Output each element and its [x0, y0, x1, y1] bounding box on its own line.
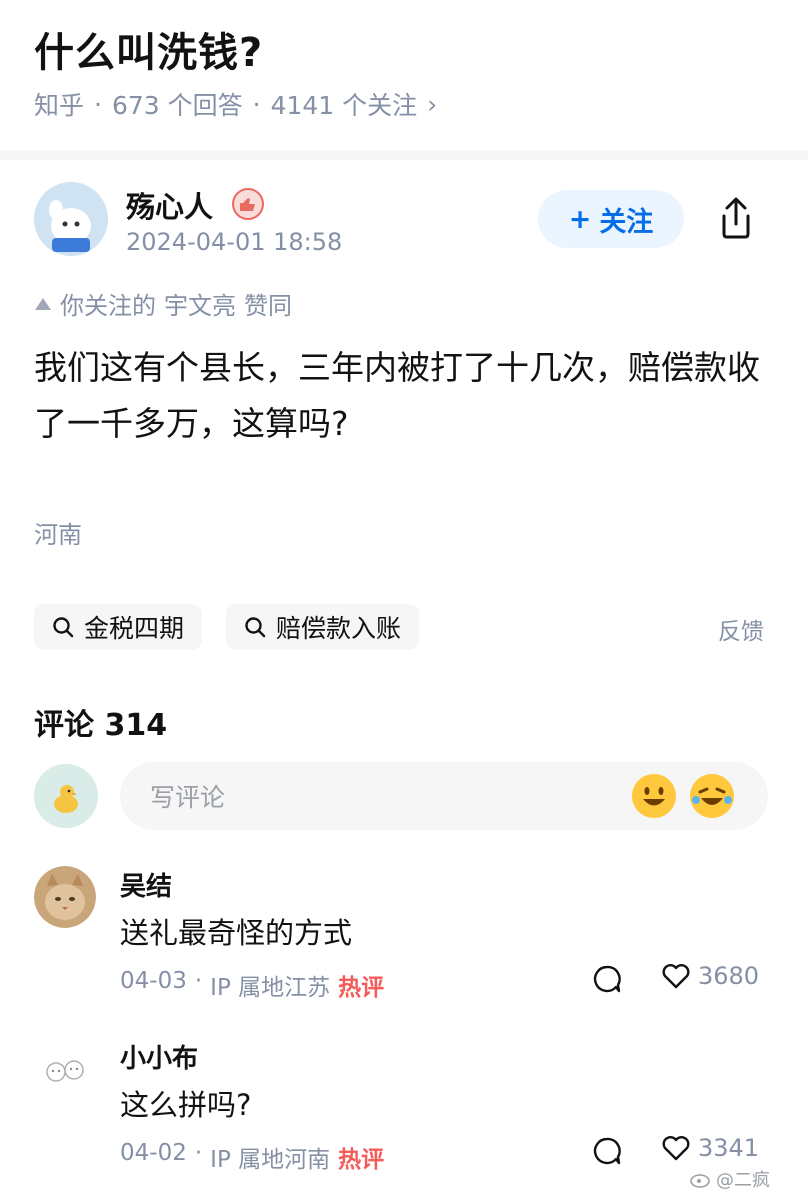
my-avatar	[34, 764, 98, 828]
follow-count: 4141 个关注	[270, 91, 418, 120]
thumbs-up-badge-icon	[232, 188, 264, 220]
comment-item: 小小布 这么拼吗? 04-02 · IP 属地河南 热评 3341	[34, 1038, 774, 1178]
question-meta[interactable]: 知乎 · 673 个回答 · 4141 个关注 ›	[34, 86, 437, 122]
comment-date: 04-02	[120, 1140, 187, 1166]
hot-comment-badge: 热评	[338, 975, 385, 1001]
search-tag-label: 金税四期	[84, 614, 185, 643]
commenter-name[interactable]: 小小布	[120, 1038, 198, 1075]
reply-icon[interactable]	[592, 964, 622, 994]
author-row: 殇心人 2024-04-01 18:58 + 关注	[34, 182, 774, 262]
watermark: @二疯	[690, 1166, 770, 1192]
section-divider	[0, 150, 808, 160]
separator-dot: ·	[252, 89, 261, 119]
hot-comment-badge: 热评	[338, 1147, 385, 1173]
search-tag[interactable]: 赔偿款入账	[226, 604, 420, 650]
comment-date: 04-03	[120, 968, 187, 994]
like-button[interactable]: 3680	[662, 962, 759, 990]
like-button[interactable]: 3341	[662, 1134, 759, 1162]
feedback-link[interactable]: 反馈	[718, 612, 764, 646]
upvote-suffix: 赞同	[244, 292, 292, 320]
triangle-up-icon	[35, 297, 51, 310]
comment-text: 送礼最奇怪的方式	[120, 916, 353, 950]
laughing-emoji-icon[interactable]	[690, 774, 734, 818]
follow-button[interactable]: + 关注	[538, 190, 684, 248]
answer-location: 河南	[34, 521, 82, 549]
commenter-avatar[interactable]	[34, 866, 96, 928]
upvote-user[interactable]: 宇文亮	[164, 286, 236, 321]
plus-icon: +	[568, 203, 592, 235]
search-icon	[53, 617, 74, 638]
answer-text: 我们这有个县长，三年内被打了十几次，赔偿款收了一千多万，这算吗?	[34, 348, 760, 443]
search-icon	[245, 617, 266, 638]
like-count: 3680	[698, 962, 760, 990]
comment-ip: IP 属地河南	[210, 1147, 331, 1173]
comment-input-row: 写评论	[34, 762, 774, 830]
comment-ip: IP 属地江苏	[210, 975, 331, 1001]
share-icon[interactable]	[716, 196, 756, 240]
author-avatar[interactable]	[34, 182, 108, 256]
watermark-text: @二疯	[716, 1170, 770, 1191]
commenter-name[interactable]: 吴结	[120, 866, 172, 903]
commenter-avatar[interactable]	[34, 1038, 96, 1100]
heart-icon	[662, 964, 690, 989]
upvoted-by-line: 你关注的 宇文亮 赞同	[34, 286, 292, 321]
chevron-right-icon: ›	[427, 89, 438, 119]
separator-dot: ·	[194, 1140, 203, 1166]
separator-dot: ·	[94, 89, 102, 119]
reply-icon[interactable]	[592, 1136, 622, 1166]
smile-emoji-icon[interactable]	[632, 774, 676, 818]
answer-count: 673 个回答	[111, 91, 243, 120]
follow-label: 关注	[599, 206, 654, 238]
comment-meta: 04-03 · IP 属地江苏 热评	[120, 968, 384, 1002]
separator-dot: ·	[194, 968, 203, 994]
avatar-image	[34, 182, 108, 256]
heart-icon	[662, 1136, 690, 1161]
upvote-prefix: 你关注的	[60, 292, 156, 320]
source-label: 知乎	[34, 91, 85, 120]
question-title[interactable]: 什么叫洗钱?	[34, 20, 263, 78]
related-search-tags: 金税四期 赔偿款入账	[34, 604, 420, 650]
search-tag-label: 赔偿款入账	[276, 614, 402, 643]
author-name[interactable]: 殇心人	[126, 184, 213, 226]
post-time: 2024-04-01 18:58	[126, 228, 343, 256]
comment-meta: 04-02 · IP 属地河南 热评	[120, 1140, 384, 1174]
comment-item: 吴结 送礼最奇怪的方式 04-03 · IP 属地江苏 热评 3680	[34, 866, 774, 1006]
comment-input-placeholder: 写评论	[150, 783, 226, 812]
search-tag[interactable]: 金税四期	[34, 604, 203, 650]
weibo-logo-icon	[690, 1174, 710, 1188]
comment-text: 这么拼吗?	[120, 1088, 252, 1122]
like-count: 3341	[698, 1134, 760, 1162]
comments-title: 评论 314	[34, 708, 168, 743]
